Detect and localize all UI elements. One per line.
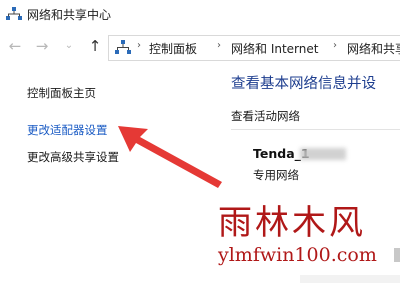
active-networks-label: 查看活动网络: [231, 109, 300, 123]
back-arrow-icon[interactable]: ←: [6, 36, 24, 56]
bottom-strip: [300, 275, 400, 283]
recent-dropdown-icon[interactable]: ⌄: [60, 36, 78, 56]
section-divider: [231, 129, 400, 130]
forward-arrow-icon[interactable]: →: [33, 36, 51, 56]
sidebar-item-change-adapter-settings[interactable]: 更改适配器设置: [27, 122, 108, 138]
breadcrumb-control-panel[interactable]: 控制面板: [149, 40, 197, 57]
up-arrow-icon[interactable]: ↑: [86, 36, 104, 56]
control-panel-icon: [115, 40, 131, 54]
page-title: 查看基本网络信息并设: [231, 76, 376, 92]
breadcrumb-sharing-center[interactable]: 网络和共享中: [347, 40, 400, 57]
annotation-arrow-icon: [118, 126, 222, 188]
breadcrumb-separator-icon[interactable]: ›: [333, 40, 337, 51]
title-bar: 网络和共享中心: [0, 0, 400, 30]
address-bar[interactable]: › 控制面板 › 网络和 Internet › 网络和共享中: [108, 35, 400, 61]
sidebar-item-advanced-sharing-settings[interactable]: 更改高级共享设置: [27, 149, 119, 165]
breadcrumb-separator-icon[interactable]: ›: [137, 40, 141, 51]
window-title: 网络和共享中心: [27, 8, 112, 22]
redacted-network-suffix: [300, 148, 346, 160]
network-center-icon: [6, 7, 22, 20]
network-type: 专用网络: [253, 168, 299, 182]
scrollbar-thumb[interactable]: [394, 248, 400, 262]
watermark-logo-text: 雨林木风: [218, 203, 366, 243]
breadcrumb-separator-icon[interactable]: ›: [217, 40, 221, 51]
breadcrumb-network-internet[interactable]: 网络和 Internet: [231, 40, 318, 57]
sidebar-item-control-panel-home[interactable]: 控制面板主页: [27, 85, 96, 101]
watermark-url: ylmfwin100.com: [218, 244, 377, 266]
